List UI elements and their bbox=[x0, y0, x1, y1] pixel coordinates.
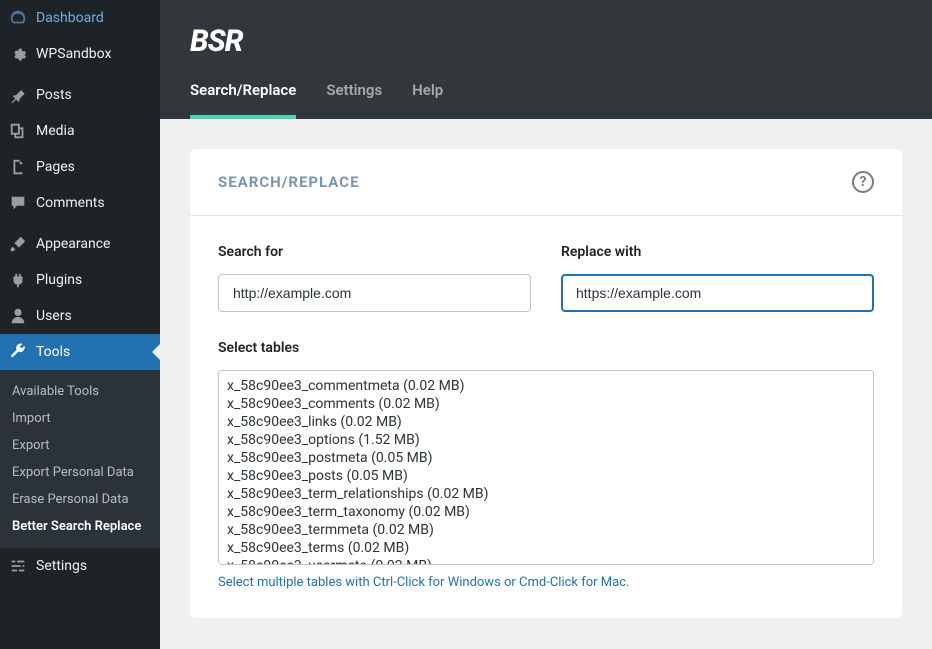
tables-hint: Select multiple tables with Ctrl-Click f… bbox=[218, 575, 874, 590]
sidebar-item-label: Posts bbox=[36, 87, 72, 103]
pages-icon bbox=[8, 157, 28, 177]
table-option[interactable]: x_58c90ee3_links (0.02 MB) bbox=[227, 413, 865, 431]
sidebar-item-label: Appearance bbox=[36, 236, 110, 252]
brush-icon bbox=[8, 234, 28, 254]
replace-with-label: Replace with bbox=[561, 244, 874, 260]
card-title: SEARCH/REPLACE bbox=[218, 173, 360, 191]
sidebar-item-label: Plugins bbox=[36, 272, 82, 288]
admin-sidebar: Dashboard WPSandbox Posts Media Pages Co… bbox=[0, 0, 160, 649]
card-header: SEARCH/REPLACE ? bbox=[190, 149, 902, 216]
gear-icon bbox=[8, 44, 28, 64]
main-content: BSR Search/Replace Settings Help SEARCH/… bbox=[160, 0, 932, 649]
dashboard-icon bbox=[8, 8, 28, 28]
sidebar-item-pages[interactable]: Pages bbox=[0, 149, 160, 185]
help-icon[interactable]: ? bbox=[852, 171, 874, 193]
sidebar-item-label: Tools bbox=[36, 344, 70, 360]
table-option[interactable]: x_58c90ee3_termmeta (0.02 MB) bbox=[227, 521, 865, 539]
sidebar-item-label: Settings bbox=[36, 558, 87, 574]
tools-submenu: Available Tools Import Export Export Per… bbox=[0, 370, 160, 548]
tab-help[interactable]: Help bbox=[412, 81, 443, 119]
sliders-icon bbox=[8, 556, 28, 576]
sidebar-item-users[interactable]: Users bbox=[0, 298, 160, 334]
tab-settings[interactable]: Settings bbox=[326, 81, 382, 119]
plugin-header: BSR Search/Replace Settings Help bbox=[160, 0, 932, 119]
sidebar-item-media[interactable]: Media bbox=[0, 113, 160, 149]
sidebar-item-label: Pages bbox=[36, 159, 75, 175]
table-option[interactable]: x_58c90ee3_comments (0.02 MB) bbox=[227, 395, 865, 413]
search-replace-card: SEARCH/REPLACE ? Search for Replace with… bbox=[190, 149, 902, 618]
content-area: SEARCH/REPLACE ? Search for Replace with… bbox=[160, 119, 932, 649]
table-option[interactable]: x_58c90ee3_usermeta (0.02 MB) bbox=[227, 557, 865, 565]
tab-search-replace[interactable]: Search/Replace bbox=[190, 81, 296, 119]
sidebar-item-label: Dashboard bbox=[36, 10, 104, 26]
comments-icon bbox=[8, 193, 28, 213]
pin-icon bbox=[8, 85, 28, 105]
tables-select[interactable]: x_58c90ee3_commentmeta (0.02 MB)x_58c90e… bbox=[218, 370, 874, 565]
plug-icon bbox=[8, 270, 28, 290]
card-body: Search for Replace with Select tables x_… bbox=[190, 216, 902, 618]
sidebar-item-label: Users bbox=[36, 308, 72, 324]
sidebar-item-label: WPSandbox bbox=[36, 46, 111, 62]
table-option[interactable]: x_58c90ee3_term_taxonomy (0.02 MB) bbox=[227, 503, 865, 521]
submenu-erase-personal-data[interactable]: Erase Personal Data bbox=[0, 486, 160, 513]
sidebar-item-appearance[interactable]: Appearance bbox=[0, 226, 160, 262]
sidebar-item-tools[interactable]: Tools bbox=[0, 334, 160, 370]
submenu-export[interactable]: Export bbox=[0, 432, 160, 459]
sidebar-item-dashboard[interactable]: Dashboard bbox=[0, 0, 160, 36]
sidebar-item-posts[interactable]: Posts bbox=[0, 77, 160, 113]
table-option[interactable]: x_58c90ee3_postmeta (0.05 MB) bbox=[227, 449, 865, 467]
search-for-label: Search for bbox=[218, 244, 531, 260]
search-for-input[interactable] bbox=[218, 274, 531, 312]
sidebar-item-wpsandbox[interactable]: WPSandbox bbox=[0, 36, 160, 72]
replace-with-input[interactable] bbox=[561, 274, 874, 312]
table-option[interactable]: x_58c90ee3_terms (0.02 MB) bbox=[227, 539, 865, 557]
user-icon bbox=[8, 306, 28, 326]
table-option[interactable]: x_58c90ee3_term_relationships (0.02 MB) bbox=[227, 485, 865, 503]
tab-row: Search/Replace Settings Help bbox=[190, 81, 902, 119]
sidebar-item-label: Media bbox=[36, 123, 75, 139]
sidebar-item-comments[interactable]: Comments bbox=[0, 185, 160, 221]
bsr-logo: BSR bbox=[190, 24, 243, 59]
sidebar-item-plugins[interactable]: Plugins bbox=[0, 262, 160, 298]
table-option[interactable]: x_58c90ee3_posts (0.05 MB) bbox=[227, 467, 865, 485]
sidebar-item-label: Comments bbox=[36, 195, 105, 211]
submenu-available-tools[interactable]: Available Tools bbox=[0, 378, 160, 405]
media-icon bbox=[8, 121, 28, 141]
table-option[interactable]: x_58c90ee3_options (1.52 MB) bbox=[227, 431, 865, 449]
submenu-export-personal-data[interactable]: Export Personal Data bbox=[0, 459, 160, 486]
sidebar-item-settings[interactable]: Settings bbox=[0, 548, 160, 584]
submenu-import[interactable]: Import bbox=[0, 405, 160, 432]
select-tables-label: Select tables bbox=[218, 340, 874, 356]
wrench-icon bbox=[8, 342, 28, 362]
table-option[interactable]: x_58c90ee3_commentmeta (0.02 MB) bbox=[227, 377, 865, 395]
submenu-better-search-replace[interactable]: Better Search Replace bbox=[0, 513, 160, 540]
